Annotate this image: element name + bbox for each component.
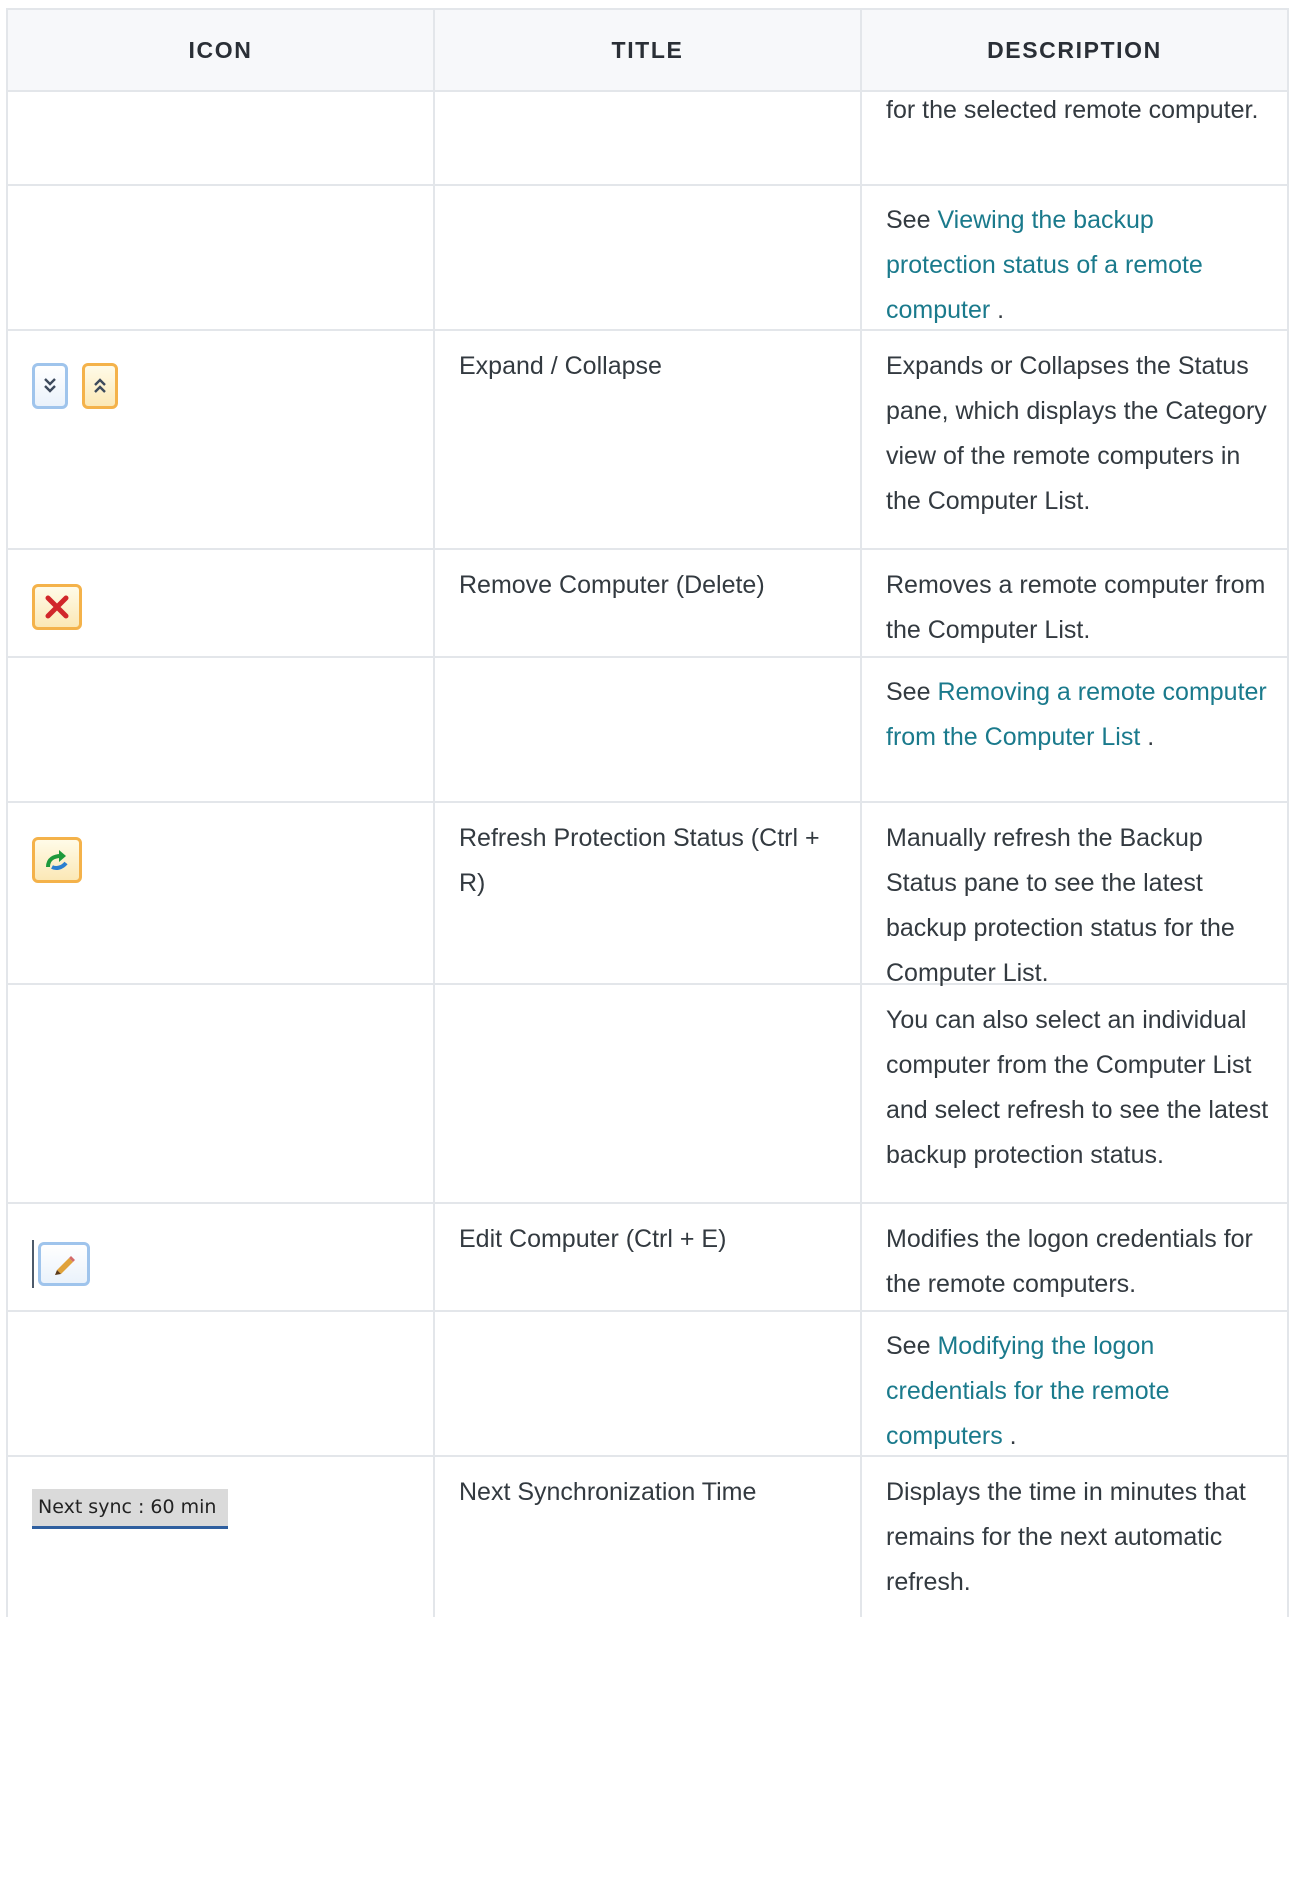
column-header-description: DESCRIPTION (862, 10, 1289, 90)
icon-cell (8, 331, 435, 548)
table-row: Expand / Collapse Expands or Collapses t… (8, 331, 1289, 550)
refresh-icon[interactable] (32, 837, 82, 883)
see-suffix: . (1002, 1422, 1017, 1450)
see-prefix: See (886, 678, 938, 706)
table-row: Edit Computer (Ctrl + E) Modifies the lo… (8, 1204, 1289, 1312)
icon-reference-table: ICON TITLE DESCRIPTION for the selected … (6, 8, 1289, 1617)
collapse-icon[interactable] (82, 363, 118, 409)
table-row: Next sync : 60 min Next Synchronization … (8, 1457, 1289, 1617)
edit-computer-icon[interactable] (38, 1242, 90, 1286)
title-cell: Remove Computer (Delete) (435, 550, 862, 656)
expand-icon[interactable] (32, 363, 68, 409)
table-row: See Removing a remote computer from the … (8, 658, 1289, 803)
description-cell: See Viewing the backup protection status… (862, 186, 1289, 329)
description-cell: See Removing a remote computer from the … (862, 658, 1289, 801)
description-cell: Displays the time in minutes that remain… (862, 1457, 1289, 1617)
column-header-title: TITLE (435, 10, 862, 90)
table-row: You can also select an individual comput… (8, 985, 1289, 1204)
icon-cell (8, 92, 435, 184)
see-prefix: See (886, 1332, 938, 1360)
title-cell: Next Synchronization Time (435, 1457, 862, 1617)
see-prefix: See (886, 206, 938, 234)
see-suffix: . (1140, 723, 1155, 751)
table-row: See Viewing the backup protection status… (8, 186, 1289, 331)
next-sync-indicator: Next sync : 60 min (32, 1489, 228, 1529)
title-cell: Expand / Collapse (435, 331, 862, 548)
icon-cell (8, 1312, 435, 1455)
description-cell: Removes a remote computer from the Compu… (862, 550, 1289, 656)
column-header-icon: ICON (8, 10, 435, 90)
icon-cell: Next sync : 60 min (8, 1457, 435, 1617)
table-header-row: ICON TITLE DESCRIPTION (8, 10, 1289, 92)
description-cell: Expands or Collapses the Status pane, wh… (862, 331, 1289, 548)
remove-computer-icon[interactable] (32, 584, 82, 630)
title-cell (435, 92, 862, 184)
table-row: Remove Computer (Delete) Removes a remot… (8, 550, 1289, 658)
title-cell (435, 985, 862, 1202)
removing-remote-computer-link[interactable]: Removing a remote computer from the Comp… (886, 678, 1267, 751)
icon-cell (8, 985, 435, 1202)
description-cell: See Modifying the logon credentials for … (862, 1312, 1289, 1455)
see-suffix: . (990, 296, 1005, 324)
icon-cell (8, 186, 435, 329)
icon-cell (8, 658, 435, 801)
expand-collapse-icons (32, 339, 409, 409)
description-cell: Manually refresh the Backup Status pane … (862, 803, 1289, 987)
title-cell (435, 658, 862, 801)
icon-cell (8, 803, 435, 983)
description-cell: for the selected remote computer. (862, 88, 1289, 184)
description-cell: Modifies the logon credentials for the r… (862, 1204, 1289, 1310)
selection-bar (32, 1240, 34, 1288)
table-row: See Modifying the logon credentials for … (8, 1312, 1289, 1457)
icon-cell (8, 1204, 435, 1310)
table-row: for the selected remote computer. (8, 88, 1289, 186)
description-cell: You can also select an individual comput… (862, 985, 1289, 1202)
table-row: Refresh Protection Status (Ctrl + R) Man… (8, 803, 1289, 987)
title-cell (435, 186, 862, 329)
title-cell (435, 1312, 862, 1455)
title-cell: Refresh Protection Status (Ctrl + R) (435, 803, 862, 983)
title-cell: Edit Computer (Ctrl + E) (435, 1204, 862, 1310)
icon-cell (8, 550, 435, 656)
